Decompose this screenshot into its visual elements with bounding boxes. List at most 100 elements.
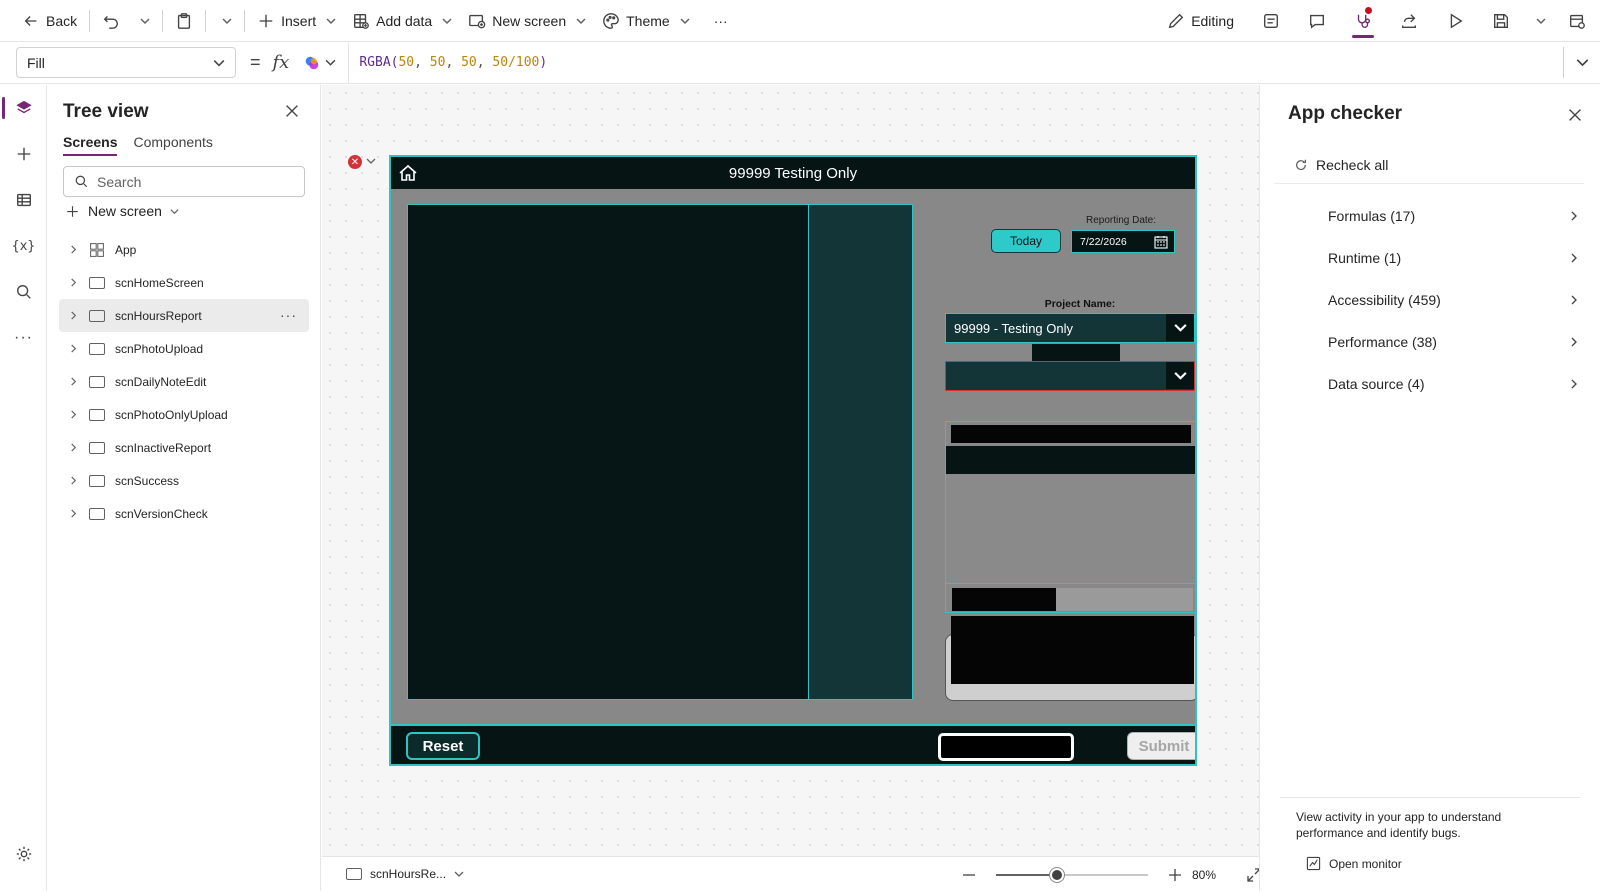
insert-button[interactable]: Insert <box>249 0 344 42</box>
save-button[interactable] <box>1478 0 1524 42</box>
formula-bar: Fill = fx RGBA( 50, 50, 50, 50/100 ) <box>0 41 1600 84</box>
reporting-date-picker[interactable]: 7/22/2026 <box>1071 230 1175 253</box>
notes-button[interactable] <box>1248 0 1294 42</box>
chevron-right-icon[interactable] <box>65 242 81 258</box>
expand-formula-button[interactable] <box>1564 56 1600 69</box>
tree-item-screen[interactable]: scnSuccess <box>59 464 309 497</box>
gear-icon <box>16 846 31 862</box>
close-tree-view-button[interactable] <box>283 102 303 122</box>
tab-components[interactable]: Components <box>133 134 212 156</box>
tree-item-screen[interactable]: scnPhotoUpload <box>59 332 309 365</box>
tree-search-input[interactable] <box>97 173 287 190</box>
notes-input[interactable] <box>951 616 1194 684</box>
checker-item-accessibility[interactable]: Accessibility (459) <box>1260 279 1600 321</box>
chevron-right-icon[interactable] <box>65 374 81 390</box>
app-checker-button[interactable] <box>1340 0 1386 42</box>
search-icon <box>16 285 31 299</box>
preview-button[interactable] <box>1432 0 1478 42</box>
checker-item-data-source[interactable]: Data source (4) <box>1260 363 1600 405</box>
chevron-right-icon[interactable] <box>65 308 81 324</box>
tree-search-box <box>63 166 305 197</box>
zoom-in-button[interactable] <box>1168 868 1182 882</box>
undo-menu-button[interactable] <box>128 0 158 42</box>
footer-input[interactable] <box>938 733 1074 761</box>
divider <box>162 9 164 32</box>
secondary-dropdown[interactable] <box>945 361 1195 391</box>
tree-item-screen[interactable]: scnDailyNoteEdit <box>59 365 309 398</box>
tree-item-screen[interactable]: scnHomeScreen <box>59 266 309 299</box>
more-options-button[interactable]: ··· <box>280 307 297 323</box>
form-header <box>946 446 1195 474</box>
monitor-icon <box>1306 856 1321 871</box>
chevron-right-icon[interactable] <box>65 506 81 522</box>
checker-item-runtime[interactable]: Runtime (1) <box>1260 237 1600 279</box>
publish-button[interactable] <box>1554 0 1600 42</box>
chevron-down-icon <box>140 17 150 24</box>
chevron-right-icon[interactable] <box>65 407 81 423</box>
chevron-down-icon <box>1166 362 1194 389</box>
insert-rail-button[interactable] <box>0 131 47 177</box>
checker-item-performance[interactable]: Performance (38) <box>1260 321 1600 363</box>
settings-rail-button[interactable] <box>0 831 47 877</box>
tree-item-screen[interactable]: scnInactiveReport <box>59 431 309 464</box>
checker-category-list: Formulas (17) Runtime (1) Accessibility … <box>1260 195 1600 405</box>
editing-mode-button[interactable]: Editing <box>1159 0 1248 42</box>
chevron-down-icon <box>1166 314 1194 341</box>
comments-button[interactable] <box>1294 0 1340 42</box>
chevron-down-icon <box>454 871 464 877</box>
home-icon[interactable] <box>397 162 419 184</box>
open-monitor-link[interactable]: Open monitor <box>1306 856 1402 871</box>
more-rail-button[interactable]: ··· <box>0 315 47 361</box>
hours-side-panel[interactable] <box>809 204 913 700</box>
reset-button[interactable]: Reset <box>406 732 480 760</box>
paste-menu-button[interactable] <box>210 0 240 42</box>
app-screen-preview[interactable]: 99999 Testing Only Reporting Date: Today… <box>389 155 1197 766</box>
more-commands-button[interactable]: ··· <box>698 0 736 42</box>
screen-icon <box>89 408 105 421</box>
screen-selector[interactable]: scnHoursRe... <box>346 867 464 881</box>
screen-icon <box>89 507 105 520</box>
copilot-button[interactable] <box>303 54 336 72</box>
tab-screens[interactable]: Screens <box>63 134 118 156</box>
tree-view-rail-button[interactable] <box>0 85 47 131</box>
app-checker-title: App checker <box>1288 103 1403 124</box>
hours-gallery-panel[interactable] <box>407 204 809 700</box>
data-rail-button[interactable] <box>0 177 47 223</box>
tree-view-pane: Tree view Screens Components New screen … <box>47 85 321 891</box>
zoom-slider[interactable] <box>996 867 1148 882</box>
back-button[interactable]: Back <box>0 0 85 42</box>
tree-item-screen[interactable]: scnPhotoOnlyUpload <box>59 398 309 431</box>
chevron-down-icon[interactable] <box>366 156 376 166</box>
property-selector[interactable]: Fill <box>16 47 236 78</box>
entry-form-box[interactable] <box>945 421 1195 613</box>
checker-item-formulas[interactable]: Formulas (17) <box>1260 195 1600 237</box>
tree-item-screen-selected[interactable]: scnHoursReport ··· <box>59 299 309 332</box>
error-icon[interactable]: ✕ <box>348 155 362 169</box>
save-menu-button[interactable] <box>1524 0 1554 42</box>
today-button[interactable]: Today <box>991 229 1061 253</box>
variables-rail-button[interactable]: {x} <box>0 223 47 269</box>
new-screen-button[interactable]: New screen <box>460 0 594 42</box>
tree-item-screen[interactable]: scnVersionCheck <box>59 497 309 530</box>
variables-icon: {x} <box>11 238 36 254</box>
chevron-right-icon[interactable] <box>65 440 81 456</box>
tree-new-screen-button[interactable]: New screen <box>65 203 179 219</box>
tree-item-app[interactable]: App <box>59 233 309 266</box>
zoom-out-button[interactable] <box>962 868 976 882</box>
add-data-button[interactable]: Add data <box>344 0 460 42</box>
undo-button[interactable] <box>94 0 128 42</box>
theme-button[interactable]: Theme <box>594 0 698 42</box>
recheck-all-button[interactable]: Recheck all <box>1294 157 1388 173</box>
share-button[interactable] <box>1386 0 1432 42</box>
zoom-slider-knob[interactable] <box>1049 867 1064 882</box>
chevron-right-icon[interactable] <box>65 341 81 357</box>
project-name-dropdown[interactable]: 99999 - Testing Only <box>945 313 1195 343</box>
form-body[interactable] <box>946 474 1195 584</box>
chevron-right-icon[interactable] <box>65 473 81 489</box>
submit-button[interactable]: Submit <box>1127 732 1195 760</box>
formula-input[interactable]: RGBA( 50, 50, 50, 50/100 ) <box>349 47 1564 78</box>
paste-button[interactable] <box>167 0 201 42</box>
search-rail-button[interactable] <box>0 269 47 315</box>
chevron-right-icon[interactable] <box>65 275 81 291</box>
close-app-checker-button[interactable] <box>1566 106 1584 124</box>
